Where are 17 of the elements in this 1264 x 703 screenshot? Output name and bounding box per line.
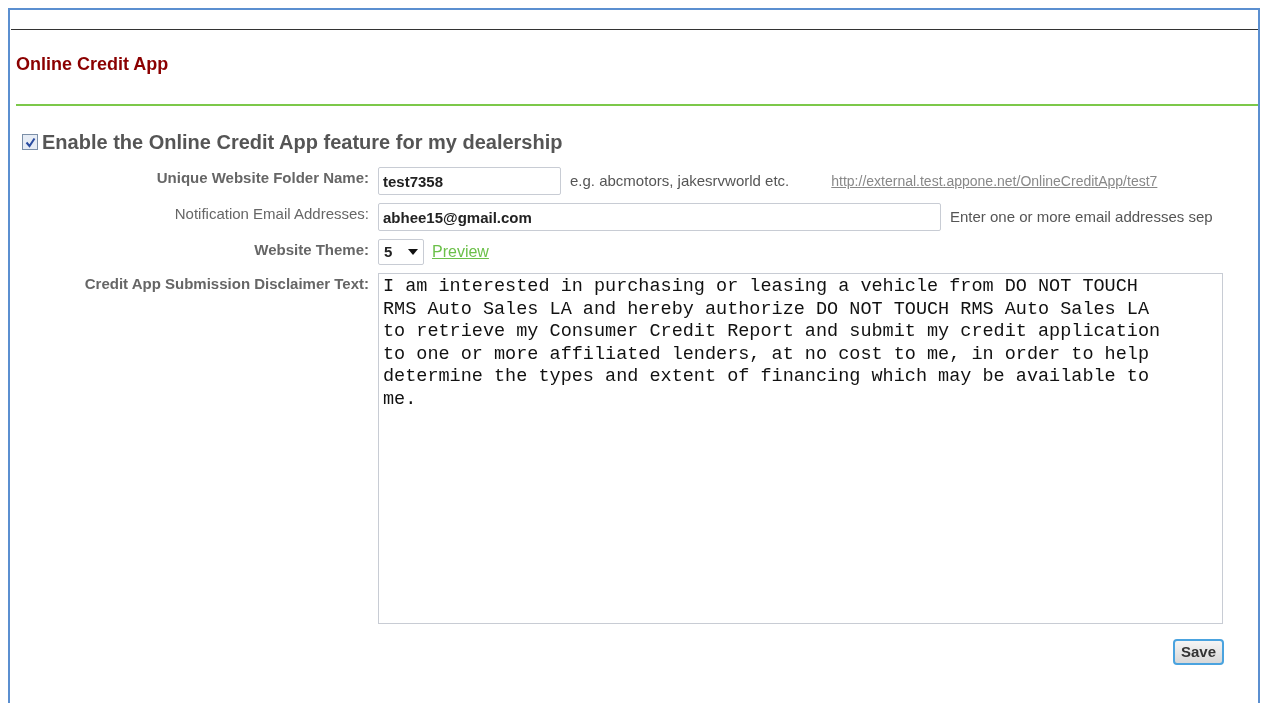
check-icon: [24, 136, 36, 148]
field-label: Unique Website Folder Name:: [156, 168, 369, 188]
checkbox[interactable]: [22, 134, 38, 150]
text-field[interactable]: abhee15@gmail.com: [378, 203, 941, 231]
field-label: Website Theme:: [254, 240, 369, 260]
theme-dropdown[interactable]: 5: [378, 239, 424, 265]
save-button[interactable]: Save: [1172, 639, 1224, 665]
field-label: Notification Email Addresses:: [174, 204, 369, 224]
hint-text: e.g. abcmotors, jakesrvworld etc.: [570, 170, 790, 191]
url-link[interactable]: http://external.test.appone.net/OnlineCreditApp/test7: [831, 170, 1158, 192]
hint-text: Enter one or more email addresses sep: [950, 206, 1213, 227]
caret-icon: [408, 249, 418, 255]
checkbox-label: Enable the Online Credit App feature for my dealership: [42, 130, 563, 155]
text-field[interactable]: test7358: [378, 167, 561, 195]
disclaimer-text-area[interactable]: I am interested in purchasing or leasing a vehicle from DO NOT TOUCH RMS Auto Sales LA and hereby authorize DO NOT TOUCH RMS Auto Sales LA to retrieve my Consumer Credit Report and submit my credit application to one or more affiliated lenders, at no cost to me, in order to help determine the types and extent of financing which may be available to me.: [378, 273, 1223, 624]
field-label: Credit App Submission Disclaimer Text:: [84, 274, 369, 294]
page-title: Online Credit App: [16, 53, 169, 76]
